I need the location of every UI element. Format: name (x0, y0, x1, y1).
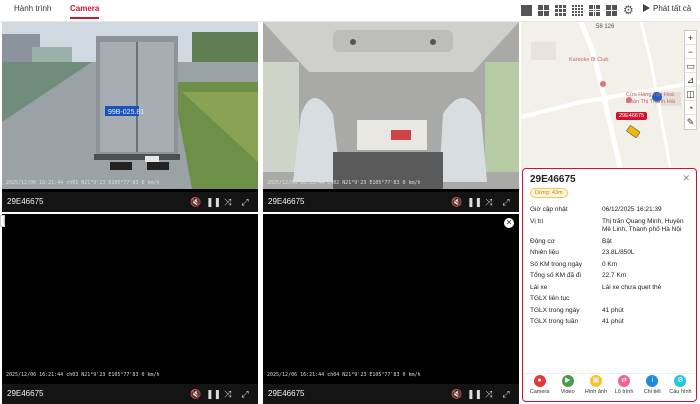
layout-2x2-icon[interactable] (538, 5, 549, 16)
image-action-button[interactable]: ▣ Hình ảnh (582, 375, 609, 395)
map-layer-icon[interactable]: ▭ (685, 59, 696, 73)
camera-feed-cabin (263, 22, 519, 189)
mute-icon[interactable]: 🔇 (451, 196, 463, 208)
route-icon: ⇄ (618, 375, 631, 387)
map-poi-store-line2: Đoàn Thị Thanh Hải (626, 99, 676, 105)
video-overlay-text: 2025/12/06 16:21:44 ch01 N21°9'23 E105°7… (6, 180, 160, 186)
camera-tile-3[interactable]: 2025/12/06 16:21:44 ch03 N21°9'23 E105°7… (2, 214, 258, 404)
vehicle-info-panel: 29E46675 ✕ Dừng: 43m Giờ cập nhật 06/12/2… (522, 168, 697, 402)
status-badge: Dừng: 43m (530, 188, 568, 198)
route-action-button[interactable]: ⇄ Lộ trình (611, 375, 638, 395)
fullscreen-icon[interactable]: ⤢ (500, 388, 512, 400)
config-action-button[interactable]: ⚙ Cấu hình (667, 375, 694, 395)
map-view[interactable]: 58 126 Karaoke 8t Club Cửa Hàng Tạp Hoá … (521, 22, 700, 172)
camera-footer: 29E46675 🔇 ❚❚ ⤨ ⤢ (2, 384, 258, 404)
mute-icon[interactable]: 🔇 (451, 388, 463, 400)
map-poi-store[interactable]: Cửa Hàng Tạp Hoá Đoàn Thị Thanh Hải (626, 92, 675, 106)
details-action-button[interactable]: i Chi tiết (639, 375, 666, 395)
shuffle-icon[interactable]: ⤨ (483, 388, 495, 400)
fullscreen-icon[interactable]: ⤢ (500, 196, 512, 208)
close-icon[interactable]: ✕ (504, 218, 514, 228)
camera-action-button[interactable]: ● Camera (526, 375, 553, 395)
divider (523, 373, 695, 374)
info-row-continuous-drive: TGLX liên tục (530, 295, 570, 302)
mute-icon[interactable]: 🔇 (190, 388, 202, 400)
camera-footer: 29E46675 🔇 ❚❚ ⤨ ⤢ (263, 192, 519, 212)
video-action-button[interactable]: ▶ Video (554, 375, 581, 395)
camera-feed-3 (2, 214, 258, 381)
gear-icon[interactable]: ⚙ (623, 3, 634, 17)
pause-icon[interactable]: ❚❚ (206, 388, 221, 400)
camera-footer: 29E46675 🔇 ❚❚ ⤨ ⤢ (263, 384, 519, 404)
vehicle-title: 29E46675 (530, 174, 576, 185)
camera-tile-4[interactable]: ✕ 2025/12/06 16:21:44 ch04 N21°9'23 E105… (263, 214, 519, 404)
play-all-label: Phát tất cả (653, 4, 692, 13)
info-row-drive-week: TGLX trong tuần 41 phút (530, 318, 624, 325)
info-row-location: Vị trí Thị trấn Quang Minh, Huyện Mê Linh… (530, 217, 684, 234)
map-road-label: 58 126 (596, 24, 615, 30)
fullscreen-icon[interactable]: ⤢ (239, 388, 251, 400)
camera-plate-label: 29E46675 (268, 389, 305, 398)
info-row-driver: Lái xe Lái xe chưa quẹt thẻ (530, 283, 662, 291)
mute-icon[interactable]: 🔇 (190, 196, 202, 208)
play-icon (643, 4, 650, 12)
edit-icon[interactable]: ✎ (685, 115, 696, 129)
map-controls: + − ▭ ⊿ ◫ ◔ ✎ (684, 30, 697, 130)
shuffle-icon[interactable]: ⤨ (222, 196, 234, 208)
layout-4x4-icon[interactable] (572, 5, 583, 16)
layout-5x5-icon[interactable] (589, 5, 600, 16)
video-overlay-text: 2025/12/06 16:21:44 ch04 N21°9'23 E105°7… (267, 372, 421, 378)
shuffle-icon[interactable]: ⤨ (483, 196, 495, 208)
pause-icon[interactable]: ❚❚ (467, 388, 482, 400)
info-row-fuel: Nhiên liệu 23.8L/850L (530, 249, 635, 256)
vehicle-info-rows: Giờ cập nhật 06/12/2025 16:21:39 Vị trí Th… (530, 206, 694, 327)
zoom-out-button[interactable]: − (685, 45, 696, 59)
settings-icon: ⚙ (674, 375, 687, 387)
map-poi-store-line1: Cửa Hàng Tạp Hoá (626, 92, 674, 98)
camera-icon: ● (533, 375, 546, 387)
camera-feed-4 (263, 214, 519, 381)
close-panel-icon[interactable]: ✕ (682, 173, 690, 184)
layout-3x3-icon[interactable] (555, 5, 566, 16)
shuffle-icon[interactable]: ⤨ (222, 388, 234, 400)
map-poi-karaoke[interactable]: Karaoke 8t Club (569, 57, 608, 64)
video-overlay-text: 2025/12/06 16:21:44 ch02 N21°9'23 E105°7… (267, 180, 421, 186)
video-icon: ▶ (561, 375, 574, 387)
play-all-button[interactable]: Phát tất cả (643, 4, 691, 13)
camera-tile-2[interactable]: 2025/12/06 16:21:44 ch02 N21°9'23 E105°7… (263, 22, 519, 212)
layout-1x1-icon[interactable] (521, 5, 532, 16)
tab-hanh-trinh[interactable]: Hành trình (14, 4, 51, 17)
camera-footer: 29E46675 🔇 ❚❚ ⤨ ⤢ (2, 192, 258, 212)
camera-plate-label: 29E46675 (7, 389, 44, 398)
ruler-icon[interactable]: ⊿ (685, 73, 696, 87)
image-icon: ▣ (589, 375, 602, 387)
tab-camera[interactable]: Camera (70, 4, 100, 19)
side-drag-handle[interactable]: ⋮ (0, 215, 6, 227)
camera-feed-rear: 99B-025.81 (2, 22, 258, 189)
zoom-in-button[interactable]: + (685, 31, 696, 45)
info-icon: i (646, 375, 659, 387)
pause-icon[interactable]: ❚❚ (206, 196, 221, 208)
pause-icon[interactable]: ❚❚ (467, 196, 482, 208)
info-row-km-today: Số KM trong ngày 0 Km (530, 260, 618, 268)
info-row-update-time: Giờ cập nhật 06/12/2025 16:21:39 (530, 206, 662, 213)
panel-actions: ● Camera ▶ Video ▣ Hình ảnh ⇄ Lộ trình i Chi … (526, 375, 694, 395)
info-row-drive-today: TGLX trong ngày 41 phút (530, 306, 624, 314)
measure-icon[interactable]: ◔ (685, 101, 696, 115)
info-row-engine: Động cơ Bật (530, 237, 612, 245)
video-overlay-text: 2025/12/06 16:21:44 ch03 N21°9'23 E105°7… (6, 372, 160, 378)
layout-custom-icon[interactable] (606, 5, 617, 16)
camera-app: Hành trình Camera ⚙ Phát tất cả 99B-025.… (0, 0, 700, 404)
svg-text:99B-025.81: 99B-025.81 (108, 109, 144, 116)
fullscreen-icon[interactable]: ⤢ (239, 196, 251, 208)
camera-tile-1[interactable]: 99B-025.81 2025/12/06 16:21:44 ch01 N21°… (2, 22, 258, 212)
camera-plate-label: 29E46675 (7, 197, 44, 206)
camera-plate-label: 29E46675 (268, 197, 305, 206)
top-bar: Hành trình Camera ⚙ Phát tất cả (0, 0, 700, 22)
vehicle-map-tag[interactable]: 29E46675 (616, 112, 648, 120)
map-type-icon[interactable]: ◫ (685, 87, 696, 101)
info-row-km-total: Tổng số KM đã đi 22.7 Km (530, 272, 627, 279)
